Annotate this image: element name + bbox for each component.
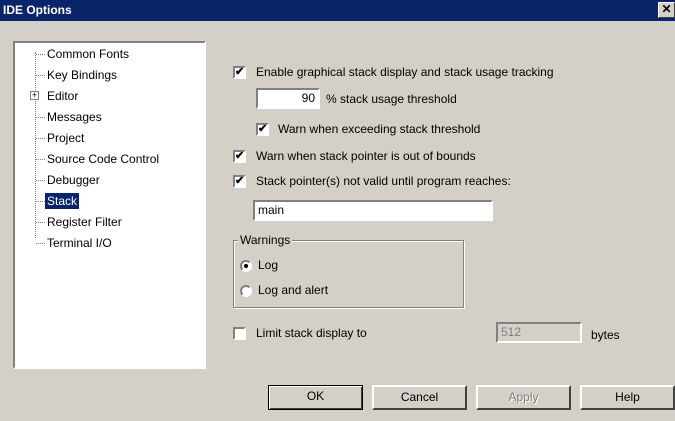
- limit-stack-display-label: Limit stack display to: [256, 326, 367, 340]
- cancel-button[interactable]: Cancel: [372, 385, 467, 410]
- tree-branch: [36, 117, 45, 118]
- tree-branch: [36, 222, 45, 223]
- tree-item-source-code-control[interactable]: Source Code Control: [45, 151, 161, 167]
- tree-branch: [36, 180, 45, 181]
- ok-button[interactable]: OK: [268, 385, 363, 410]
- check-icon: ✔: [235, 150, 245, 162]
- warnings-group: Warnings Log Log and alert: [233, 233, 464, 308]
- tree-item-key-bindings[interactable]: Key Bindings: [45, 67, 119, 83]
- tree-item-project[interactable]: Project: [45, 130, 86, 146]
- program-reaches-input[interactable]: main: [253, 200, 493, 221]
- tree-branch: [36, 138, 45, 139]
- expand-icon[interactable]: +: [30, 91, 39, 100]
- log-radio-label: Log: [258, 258, 279, 272]
- check-icon: ✔: [235, 175, 245, 187]
- limit-stack-display-checkbox[interactable]: [233, 327, 246, 340]
- tree-item-editor[interactable]: Editor: [45, 88, 80, 104]
- log-radio[interactable]: [240, 260, 252, 272]
- close-button[interactable]: ✕: [658, 2, 675, 18]
- radio-dot-icon: [244, 264, 248, 268]
- tree-branch: [36, 54, 45, 55]
- check-icon: ✔: [258, 123, 268, 135]
- tree-item-common-fonts[interactable]: Common Fonts: [45, 46, 131, 62]
- sp-not-valid-checkbox[interactable]: ✔: [233, 175, 246, 188]
- bytes-label: bytes: [591, 328, 620, 342]
- tree-branch: [36, 201, 45, 202]
- warnings-group-title: Warnings: [238, 233, 293, 247]
- help-button[interactable]: Help: [580, 385, 675, 410]
- warn-exceeding-label: Warn when exceeding stack threshold: [278, 122, 481, 136]
- tree-branch: [36, 243, 45, 244]
- tree-item-debugger[interactable]: Debugger: [45, 172, 102, 188]
- options-tree[interactable]: + Common Fonts Key Bindings Editor Messa…: [13, 41, 206, 369]
- warn-exceeding-checkbox[interactable]: ✔: [256, 123, 269, 136]
- window-title: IDE Options: [3, 3, 72, 17]
- tree-item-register-filter[interactable]: Register Filter: [45, 214, 124, 230]
- tree-item-stack[interactable]: Stack: [45, 193, 80, 209]
- threshold-input[interactable]: 90: [256, 88, 320, 109]
- warn-out-of-bounds-label: Warn when stack pointer is out of bounds: [256, 149, 476, 163]
- tree-connector-line: [35, 52, 36, 238]
- tree-item-messages[interactable]: Messages: [45, 109, 104, 125]
- tree-branch: [36, 75, 45, 76]
- sp-not-valid-label: Stack pointer(s) not valid until program…: [256, 174, 511, 188]
- check-icon: ✔: [235, 66, 245, 78]
- limit-stack-size-input[interactable]: 512: [496, 322, 582, 343]
- tree-branch: [36, 159, 45, 160]
- close-icon: ✕: [661, 2, 672, 16]
- enable-graphical-checkbox[interactable]: ✔: [233, 66, 246, 79]
- title-bar: IDE Options ✕: [0, 0, 675, 21]
- apply-button[interactable]: Apply: [476, 385, 571, 410]
- tree-item-terminal-io[interactable]: Terminal I/O: [45, 235, 114, 251]
- enable-graphical-label: Enable graphical stack display and stack…: [256, 65, 554, 79]
- threshold-label: % stack usage threshold: [326, 92, 457, 106]
- warn-out-of-bounds-checkbox[interactable]: ✔: [233, 150, 246, 163]
- log-and-alert-radio-label: Log and alert: [258, 283, 329, 297]
- log-and-alert-radio[interactable]: [240, 285, 252, 297]
